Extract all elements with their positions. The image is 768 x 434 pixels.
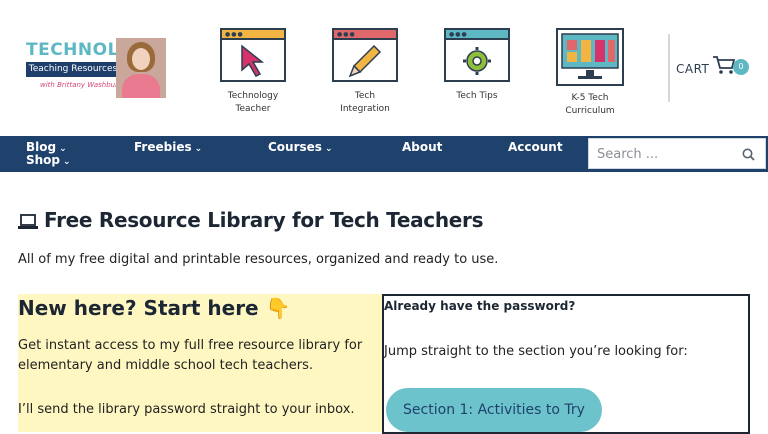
pencil-icon: ●●● (332, 28, 398, 82)
logo-subtitle: Teaching Resources (26, 62, 120, 77)
password-panel: Already have the password? Jump straight… (382, 294, 750, 434)
nav-courses-label: Courses (268, 140, 322, 154)
nav-blog-label: Blog (26, 140, 57, 154)
monitor-bars-icon (556, 28, 624, 86)
author-photo (116, 38, 166, 98)
nav-k5-curriculum[interactable]: K-5 Tech Curriculum (554, 28, 626, 118)
nav-blog[interactable]: Blog ⌄ (26, 140, 67, 154)
nav-label: K-5 Tech Curriculum (565, 93, 615, 116)
nav-shop[interactable]: Shop ⌄ (26, 153, 71, 167)
nav-account[interactable]: Account (508, 140, 563, 154)
page-title-text: Free Resource Library for Tech Teachers (44, 208, 484, 232)
page-title: Free Resource Library for Tech Teachers (18, 208, 484, 232)
chevron-down-icon: ⌄ (63, 157, 71, 167)
cart-count-badge: 0 (733, 59, 749, 75)
laptop-icon (18, 213, 38, 229)
start-here-heading: New here? Start here 👇 (18, 296, 291, 320)
nav-label: Tech Tips (456, 91, 498, 101)
header-divider (668, 34, 670, 102)
section-1-button[interactable]: Section 1: Activities to Try (386, 388, 602, 432)
password-subtext: Jump straight to the section you’re look… (384, 344, 688, 359)
gear-icon: ●●● (444, 28, 510, 82)
intro-text: All of my free digital and printable res… (18, 252, 499, 267)
search-input[interactable] (595, 144, 739, 165)
cart-link[interactable]: CART 0 (676, 56, 749, 77)
nav-tech-integration[interactable]: ●●● Tech Integration (330, 28, 400, 116)
nav-technology-teacher[interactable]: ●●● Technology Teacher (218, 28, 288, 116)
start-here-panel: New here? Start here 👇 Get instant acces… (18, 294, 382, 432)
nav-shop-label: Shop (26, 153, 61, 167)
nav-freebies-label: Freebies (134, 140, 192, 154)
chevron-down-icon: ⌄ (194, 144, 203, 154)
search-box (588, 138, 766, 169)
start-here-note: I’ll send the library password straight … (18, 402, 355, 417)
nav-tech-tips[interactable]: ●●● Tech Tips (442, 28, 512, 103)
nav-courses[interactable]: Courses ⌄ (268, 140, 332, 154)
password-heading: Already have the password? (384, 299, 576, 313)
site-logo[interactable]: TECHNOLOGY Teaching Resources with Britt… (24, 38, 168, 100)
nav-freebies[interactable]: Freebies ⌄ (134, 140, 202, 154)
nav-label: Technology Teacher (227, 91, 279, 114)
cursor-arrow-icon: ●●● (220, 28, 286, 82)
cart-label: CART (676, 62, 710, 76)
chevron-down-icon: ⌄ (324, 144, 333, 154)
start-here-description: Get instant access to my full free resou… (18, 338, 363, 373)
site-header: TECHNOLOGY Teaching Resources with Britt… (0, 0, 768, 136)
nav-about[interactable]: About (402, 140, 442, 154)
logo-byline: with Brittany Washburn (40, 81, 123, 89)
search-icon[interactable] (742, 148, 755, 161)
nav-label: Tech Integration (340, 91, 390, 114)
